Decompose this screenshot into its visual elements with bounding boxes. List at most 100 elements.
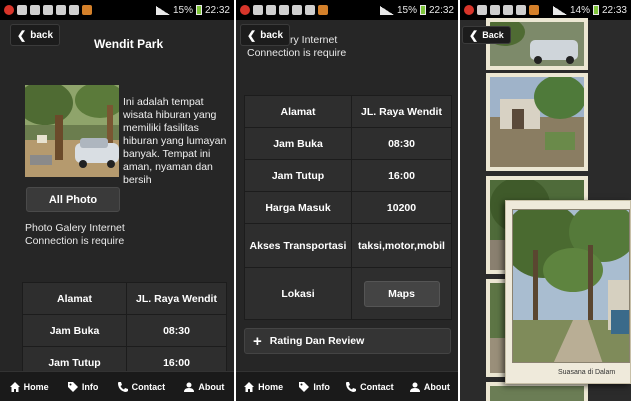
nav-contact[interactable]: Contact	[117, 381, 166, 392]
notification-icon	[17, 5, 27, 15]
nav-home[interactable]: Home	[9, 381, 49, 392]
nav-about[interactable]: About	[409, 381, 450, 392]
table-value: 16:00	[351, 159, 452, 192]
battery-icon	[592, 5, 599, 15]
clock: 22:32	[204, 4, 230, 16]
nav-contact[interactable]: Contact	[346, 381, 394, 392]
nav-label: Home	[258, 381, 284, 392]
table-row: Jam Tutup 16:00	[244, 159, 452, 192]
app-icon	[82, 5, 92, 15]
gallery-thumbnail[interactable]	[486, 382, 588, 401]
screen-detail: 15% 22:32 ❮ back Wendit Park Ini adalah …	[0, 0, 234, 401]
rating-label: Rating Dan Review	[269, 335, 365, 347]
info-table: Alamat JL. Raya Wendit Jam Buka 08:30 Ja…	[22, 282, 227, 379]
rating-review-button[interactable]: + Rating Dan Review	[244, 328, 451, 354]
park-photo[interactable]	[25, 85, 119, 177]
page-title: Wendit Park	[94, 37, 164, 51]
battery-percent: 14%	[569, 4, 590, 16]
nav-label: Info	[313, 381, 330, 392]
table-row: Alamat JL. Raya Wendit	[22, 282, 227, 315]
table-value-cell: Maps	[351, 267, 452, 320]
table-label: Jam Tutup	[244, 159, 352, 192]
sd-card-icon	[503, 5, 513, 15]
signal-icon	[155, 5, 170, 15]
battery-icon	[195, 5, 202, 15]
photo-preview-popup[interactable]: Suasana di Dalam	[505, 200, 631, 384]
chat-icon	[516, 5, 526, 15]
plus-icon: +	[253, 332, 262, 350]
back-button[interactable]: ❮ back	[240, 24, 291, 46]
table-value: taksi,motor,mobil	[351, 223, 452, 268]
chevron-left-icon: ❮	[247, 29, 257, 42]
table-row: Jam Buka 08:30	[22, 314, 227, 347]
table-label: Alamat	[244, 95, 352, 128]
battery-percent: 15%	[396, 4, 417, 16]
nav-label: Info	[81, 381, 99, 392]
table-row: Alamat JL. Raya Wendit	[244, 95, 452, 128]
bottom-navbar: Home Info Contact About	[236, 371, 458, 401]
nav-info[interactable]: Info	[299, 381, 330, 392]
status-bar: 15% 22:32	[0, 0, 234, 20]
notification-icon	[464, 5, 474, 15]
back-button[interactable]: ❮ Back	[462, 26, 511, 44]
status-bar: 15% 22:32	[236, 0, 458, 20]
connection-message: Photo Galery Internet Connection is requ…	[25, 222, 125, 247]
table-label: Lokasi	[244, 267, 352, 320]
back-label: back	[260, 29, 284, 41]
back-button[interactable]: ❮ back	[10, 24, 61, 46]
table-label: Jam Buka	[22, 314, 127, 347]
bbm-icon	[305, 5, 315, 15]
person-icon	[184, 382, 195, 392]
table-label: Akses Transportasi	[244, 223, 352, 268]
app-icon	[318, 5, 328, 15]
usb-icon	[490, 5, 500, 15]
table-label: Harga Masuk	[244, 191, 352, 224]
nav-info[interactable]: Info	[67, 381, 99, 392]
table-label: Jam Buka	[244, 127, 352, 160]
table-value: 08:30	[126, 314, 227, 347]
phone-icon	[117, 381, 128, 392]
chevron-left-icon: ❮	[469, 29, 479, 42]
chevron-left-icon: ❮	[17, 29, 27, 42]
bbm-icon	[69, 5, 79, 15]
app-icon	[529, 5, 539, 15]
usb-icon	[266, 5, 276, 15]
notification-icon	[477, 5, 487, 15]
nav-label: Contact	[360, 381, 394, 392]
maps-button[interactable]: Maps	[363, 280, 440, 307]
gallery-thumbnail[interactable]	[486, 73, 588, 171]
table-value: 08:30	[351, 127, 452, 160]
table-value: JL. Raya Wendit	[351, 95, 452, 128]
nav-label: About	[423, 381, 450, 392]
all-photo-button[interactable]: All Photo	[26, 187, 120, 212]
table-row: Jam Buka 08:30	[244, 127, 452, 160]
table-value: JL. Raya Wendit	[126, 282, 227, 315]
chat-icon	[292, 5, 302, 15]
nav-home[interactable]: Home	[244, 381, 284, 392]
signal-icon	[552, 5, 567, 15]
home-icon	[244, 381, 255, 392]
usb-icon	[30, 5, 40, 15]
home-icon	[9, 381, 20, 392]
screen-detail-scrolled: 15% 22:32 alery Internet Connection is r…	[236, 0, 458, 401]
preview-photo	[512, 209, 630, 363]
table-row: Harga Masuk 10200	[244, 191, 452, 224]
nav-label: Home	[23, 381, 49, 392]
nav-label: About	[198, 381, 225, 392]
nav-label: Contact	[131, 381, 166, 392]
battery-icon	[419, 5, 426, 15]
clock: 22:32	[428, 4, 454, 16]
info-table: Alamat JL. Raya Wendit Jam Buka 08:30 Ja…	[244, 95, 452, 320]
status-bar: 14% 22:33	[460, 0, 631, 20]
table-label: Alamat	[22, 282, 127, 315]
person-icon	[409, 382, 420, 392]
table-row: Akses Transportasi taksi,motor,mobil	[244, 223, 452, 268]
table-row: Lokasi Maps	[244, 267, 452, 320]
sd-card-icon	[43, 5, 53, 15]
back-label: back	[30, 29, 54, 41]
phone-icon	[346, 381, 357, 392]
nav-about[interactable]: About	[184, 382, 224, 392]
back-label: Back	[482, 30, 504, 40]
clock: 22:33	[601, 4, 627, 16]
sd-card-icon	[279, 5, 289, 15]
